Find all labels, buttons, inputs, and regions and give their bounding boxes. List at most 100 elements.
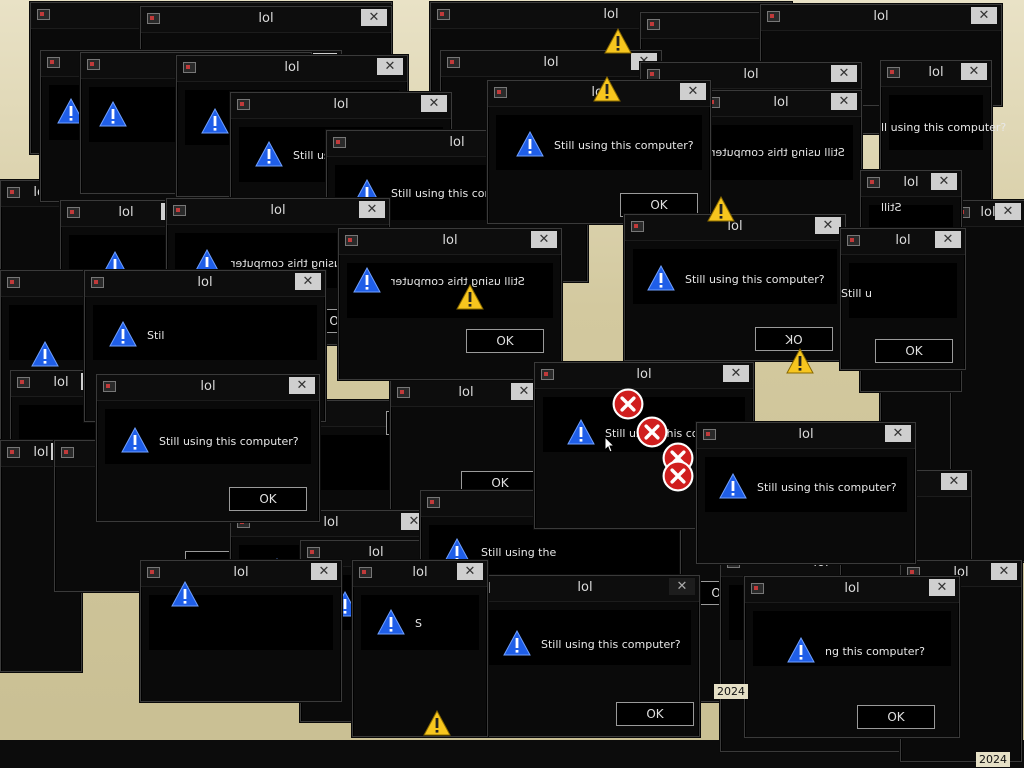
- warning-icon: [787, 637, 815, 663]
- close-button[interactable]: ✕: [359, 201, 385, 218]
- window-title: lol: [200, 379, 216, 394]
- warning-icon: [31, 341, 59, 367]
- dialog-message: Still using this computer?: [757, 481, 897, 494]
- close-button[interactable]: ✕: [295, 273, 321, 290]
- tip-warning-icon: [592, 76, 622, 106]
- title-bar[interactable]: lol✕: [841, 229, 965, 255]
- title-bar[interactable]: lol✕: [701, 91, 861, 117]
- close-button[interactable]: ✕: [680, 83, 706, 100]
- window-title: lol: [442, 233, 458, 248]
- close-button[interactable]: ✕: [531, 231, 557, 248]
- dialog-message: Still using this computer?: [685, 273, 825, 286]
- title-bar[interactable]: lol ✕: [231, 93, 451, 119]
- taskbar-clock: 2024: [714, 684, 748, 699]
- close-button[interactable]: ✕: [885, 425, 911, 442]
- close-button[interactable]: ✕: [361, 9, 387, 26]
- ok-button[interactable]: OK: [857, 705, 935, 729]
- warning-icon: [567, 419, 595, 445]
- close-button[interactable]: ✕: [289, 377, 315, 394]
- window-title: lol: [197, 275, 213, 290]
- dialog-message: ll using this computer?: [881, 121, 1007, 134]
- window-title: lol: [844, 581, 860, 596]
- close-button[interactable]: ✕: [941, 473, 967, 490]
- close-button[interactable]: ✕: [929, 579, 955, 596]
- title-bar[interactable]: lol✕: [353, 561, 487, 587]
- dialog-message: Still u: [841, 287, 872, 300]
- dialog-window[interactable]: lol ✕ Still u OK: [840, 228, 966, 370]
- close-button[interactable]: ✕: [421, 95, 447, 112]
- dialog-message: Stil: [147, 329, 165, 342]
- title-bar[interactable]: lol ✕: [85, 271, 325, 297]
- warning-icon: [109, 321, 137, 347]
- close-button[interactable]: ✕: [831, 65, 857, 82]
- dialog-window[interactable]: lol ✕ Still using this computer? OK: [96, 374, 320, 522]
- title-bar[interactable]: lol ✕: [761, 5, 1001, 31]
- error-icon: [662, 460, 694, 496]
- warning-icon: [201, 108, 229, 134]
- close-button[interactable]: ✕: [961, 63, 987, 80]
- close-button[interactable]: ✕: [995, 203, 1021, 220]
- warning-icon: [255, 141, 283, 167]
- ok-button[interactable]: OK: [616, 702, 694, 726]
- title-bar[interactable]: lol✕: [861, 171, 961, 197]
- dialog-message: Still us: [293, 149, 330, 162]
- dialog-message: Still using this computer?: [541, 638, 681, 651]
- window-title: lol: [333, 97, 349, 112]
- ok-button[interactable]: OK: [466, 329, 544, 353]
- tip-warning-icon: [785, 348, 815, 378]
- title-bar[interactable]: lol ✕: [745, 577, 959, 603]
- window-title: lol: [270, 203, 286, 218]
- warning-icon: [171, 581, 199, 607]
- close-button[interactable]: ✕: [971, 7, 997, 24]
- close-button[interactable]: ✕: [815, 217, 841, 234]
- tip-warning-icon: [706, 196, 736, 226]
- title-bar[interactable]: lol ✕: [97, 375, 319, 401]
- taskbar-clock: 2024: [976, 752, 1010, 767]
- title-bar[interactable]: lol✕: [471, 576, 699, 602]
- warning-icon: [353, 267, 381, 293]
- close-button[interactable]: ✕: [931, 173, 957, 190]
- title-bar[interactable]: lol ✕: [535, 363, 753, 389]
- title-bar[interactable]: lol✕: [697, 423, 915, 449]
- title-bar[interactable]: lol✕: [177, 56, 407, 82]
- warning-icon: [99, 101, 127, 127]
- ok-button[interactable]: OK: [229, 487, 307, 511]
- window-title: lol: [873, 9, 889, 24]
- tip-warning-icon: [455, 284, 485, 314]
- close-button[interactable]: ✕: [723, 365, 749, 382]
- ok-button[interactable]: OK: [875, 339, 953, 363]
- title-bar[interactable]: lol ✕: [167, 199, 389, 225]
- dialog-window[interactable]: lol✕ Still using this computer? OK: [470, 575, 700, 737]
- dialog-window[interactable]: lol✕ S: [352, 560, 488, 737]
- tip-warning-icon: [603, 28, 633, 58]
- close-button[interactable]: ✕: [831, 93, 857, 110]
- title-bar[interactable]: lol✕: [881, 61, 991, 87]
- title-bar[interactable]: lol✕: [141, 7, 391, 33]
- dialog-message: Still: [881, 201, 902, 214]
- close-button[interactable]: ✕: [935, 231, 961, 248]
- close-button[interactable]: ✕: [377, 58, 403, 75]
- dialog-window[interactable]: lol✕: [140, 560, 342, 702]
- dialog-message: ng this computer?: [825, 645, 925, 658]
- window-title: lol: [636, 367, 652, 382]
- dialog-window[interactable]: lol ✕ ng this computer? OK: [744, 576, 960, 738]
- dialog-window[interactable]: lol ✕ Still using this computer?: [696, 422, 916, 564]
- warning-icon: [719, 473, 747, 499]
- close-button[interactable]: ✕: [457, 563, 483, 580]
- close-button[interactable]: ✕: [669, 578, 695, 595]
- title-bar[interactable]: lol✕: [391, 381, 541, 407]
- dialog-window[interactable]: lol✕Still using this computerOK: [338, 228, 562, 380]
- title-bar[interactable]: lol ✕: [339, 229, 561, 255]
- warning-icon: [121, 427, 149, 453]
- close-button[interactable]: ✕: [311, 563, 337, 580]
- warning-icon: [647, 265, 675, 291]
- dialog-message: Still using this computer?: [159, 435, 299, 448]
- dialog-message: S: [415, 617, 422, 630]
- close-button[interactable]: ✕: [991, 563, 1017, 580]
- warning-icon: [503, 630, 531, 656]
- desktop: lol ✕ lol ✕ lol ✕ lol ✕ lol ✕ lol ✕ lol ✕ ll using thi…: [0, 0, 1024, 768]
- tip-warning-icon: [422, 710, 452, 740]
- dialog-window[interactable]: lol✕Still using this computer?OK: [624, 214, 846, 361]
- dialog-message: Still using this computer: [711, 146, 845, 159]
- warning-icon: [516, 131, 544, 157]
